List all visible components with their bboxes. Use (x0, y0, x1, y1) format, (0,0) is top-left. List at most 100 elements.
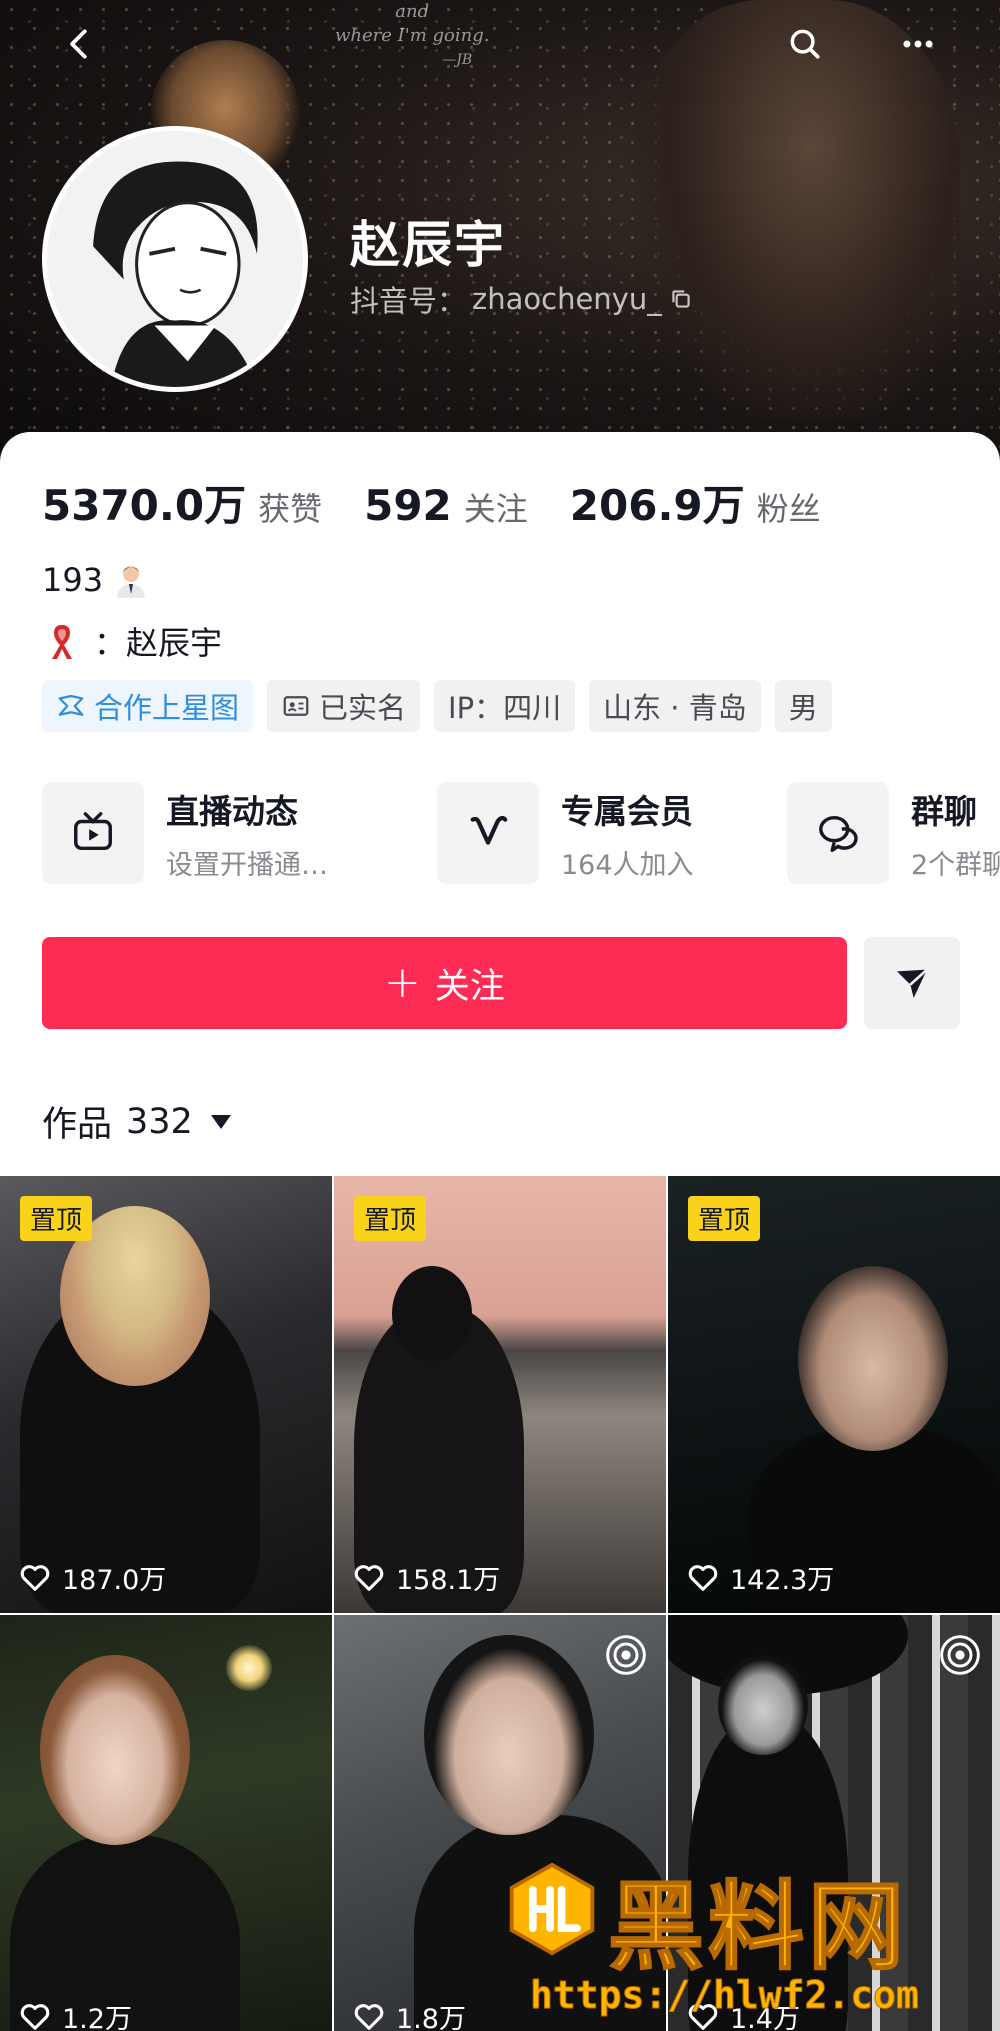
video-likes-count: 1.8万 (396, 2004, 466, 2031)
stat-likes-value: 5370.0万 (42, 481, 247, 530)
search-button[interactable] (775, 14, 835, 74)
feature-live-subtitle: 设置开播通… (166, 849, 328, 881)
works-label: 作品 (42, 1105, 113, 1145)
stat-followers[interactable]: 206.9万 粉丝 (570, 472, 821, 533)
banner-quote: and where I'm going. —JB (335, 0, 489, 72)
video-likes-count: 1.2万 (62, 2004, 132, 2031)
video-thumbnail[interactable]: 置顶 158.1万 (334, 1176, 666, 1613)
live-record-icon (606, 1635, 646, 1675)
site-watermark: 黑料网 https://hlwf2.com (500, 1845, 1000, 2031)
chat-icon (819, 815, 858, 852)
profile-tags: 合作上星图 已实名 IP：四川 山东 · 青岛 男 (42, 680, 832, 732)
live-record-icon (940, 1635, 980, 1675)
feature-group-chat-title: 群聊 (911, 791, 977, 831)
video-likes: 142.3万 (686, 1558, 834, 1597)
more-button[interactable] (888, 14, 948, 74)
video-thumbnail[interactable]: 置顶 187.0万 (0, 1176, 332, 1613)
back-arrow-icon (70, 29, 87, 59)
heart-icon (688, 1564, 718, 1591)
thumbnail-head (798, 1266, 948, 1451)
follow-button[interactable]: + 关注 (42, 937, 847, 1029)
profile-panel: 5370.0万 获赞 592 关注 206.9万 粉丝 193 ：赵辰宇 合作上… (0, 432, 1000, 1172)
feature-membership[interactable]: 专属会员 164人加入 (437, 782, 694, 884)
feature-live-dynamics[interactable]: 直播动态 设置开播通… (42, 782, 328, 884)
feature-row: 直播动态 设置开播通… 专属会员 164人加入 群聊 2个群聊 (42, 782, 1000, 892)
stat-following-label: 关注 (463, 490, 528, 528)
stat-likes[interactable]: 5370.0万 获赞 (42, 472, 322, 533)
send-arrow-icon (897, 968, 928, 998)
stat-following[interactable]: 592 关注 (364, 481, 528, 530)
back-button[interactable] (50, 14, 110, 74)
stat-following-value: 592 (364, 481, 452, 530)
chevron-down-icon (210, 1114, 231, 1129)
account-label: 抖音号： (350, 284, 467, 318)
feature-membership-subtitle: 164人加入 (561, 849, 694, 881)
works-count: 332 (126, 1101, 193, 1142)
video-likes: 158.1万 (352, 1558, 500, 1597)
feature-live-icon-box (42, 782, 144, 884)
heart-icon (20, 2003, 50, 2030)
follow-button-label: 关注 (434, 966, 505, 1007)
account-value: zhaochenyu_ (472, 282, 662, 316)
avatar-illustration (47, 131, 303, 387)
video-likes: 1.2万 (18, 1997, 132, 2031)
feature-membership-title: 专属会员 (561, 791, 693, 831)
feature-live-title: 直播动态 (166, 791, 298, 831)
video-likes: 187.0万 (18, 1558, 166, 1597)
thumbnail-head (392, 1266, 472, 1361)
works-tab[interactable]: 作品 332 (42, 1096, 231, 1147)
video-likes-count: 142.3万 (730, 1565, 835, 1596)
search-icon (790, 29, 820, 59)
bio-name: ：赵辰宇 (94, 624, 223, 662)
tag-gender: 男 (774, 680, 832, 732)
watermark-title: 黑料网 (607, 1870, 908, 1984)
avatar[interactable] (42, 126, 308, 392)
video-likes-count: 158.1万 (396, 1565, 501, 1596)
feature-group-chat-icon-box (787, 782, 889, 884)
banner-quote-signature: —JB (442, 52, 473, 68)
id-card-icon (283, 696, 309, 716)
tag-star-cooperation-label: 合作上星图 (94, 691, 240, 725)
heart-icon (354, 1564, 384, 1591)
banner-quote-line1: and (395, 1, 430, 22)
tag-verified[interactable]: 已实名 (267, 680, 421, 732)
tag-star-cooperation[interactable]: 合作上星图 (42, 680, 254, 732)
bio-line-2: ：赵辰宇 (42, 618, 222, 664)
tag-verified-label: 已实名 (319, 691, 407, 725)
stat-followers-label: 粉丝 (756, 490, 821, 528)
video-thumbnail[interactable]: 1.2万 (0, 1615, 332, 2031)
star-map-icon (58, 694, 84, 716)
stat-followers-value: 206.9万 (569, 481, 745, 530)
profile-stats: 5370.0万 获赞 592 关注 206.9万 粉丝 (42, 472, 863, 533)
thumbnail-head (718, 1655, 808, 1755)
heart-icon (354, 2003, 384, 2030)
feature-group-chat[interactable]: 群聊 2个群聊 (787, 782, 1000, 884)
tv-icon (74, 812, 112, 851)
red-ribbon-icon (52, 625, 72, 659)
video-likes-count: 187.0万 (62, 1565, 167, 1596)
share-button[interactable] (864, 937, 960, 1029)
street-lamp-light (226, 1645, 272, 1691)
person-emoji-icon (117, 566, 146, 598)
bio-line-1: 193 (42, 560, 151, 600)
tag-location: 山东 · 青岛 (589, 680, 761, 732)
more-dots-icon (903, 40, 933, 48)
video-likes: 1.8万 (352, 1997, 466, 2031)
thumbnail-head (424, 1635, 594, 1835)
tag-gender-label: 男 (788, 691, 818, 725)
watermark-url: https://hlwf2.com (530, 1973, 920, 2018)
copy-icon[interactable] (668, 286, 694, 312)
heart-icon (20, 1564, 50, 1591)
pinned-badge: 置顶 (688, 1196, 761, 1241)
thumbnail-head (40, 1655, 190, 1845)
v-icon (470, 815, 508, 845)
account-id[interactable]: 抖音号： zhaochenyu_ (350, 278, 694, 320)
profile-name: 赵辰宇 (350, 216, 506, 274)
watermark-logo (509, 1862, 595, 1956)
tag-location-label: 山东 · 青岛 (603, 691, 747, 725)
feature-group-chat-subtitle: 2个群聊 (911, 849, 1000, 881)
bio-height: 193 (42, 561, 104, 599)
feature-membership-icon-box (437, 782, 539, 884)
video-thumbnail[interactable]: 置顶 142.3万 (668, 1176, 1000, 1613)
stat-likes-label: 获赞 (258, 490, 323, 528)
